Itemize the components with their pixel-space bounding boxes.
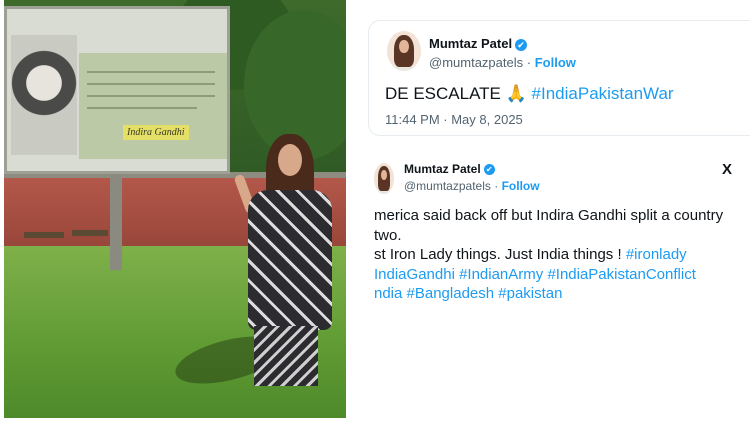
handle[interactable]: @mumtazpatels: [429, 55, 523, 70]
follow-button[interactable]: Follow: [535, 55, 576, 70]
display-name-text[interactable]: Mumtaz Patel: [429, 36, 512, 51]
hashtag-link[interactable]: #IndiaPakistanWar: [532, 84, 674, 103]
printed-kurta: [248, 190, 332, 330]
display-name-text[interactable]: Mumtaz Patel: [404, 162, 481, 176]
tweet-line: merica said back off but Indira Gandhi s…: [374, 207, 724, 224]
billboard-portrait: [11, 35, 77, 155]
handle-row: @mumtazpatels · Follow: [429, 55, 576, 70]
bench: [24, 232, 64, 238]
photo-indira-billboard: Indira Gandhi: [4, 0, 346, 418]
billboard-post: [110, 170, 122, 270]
avatar[interactable]: [387, 31, 421, 71]
handle-row: @mumtazpatels · Follow: [404, 179, 540, 193]
printed-pants: [254, 326, 318, 386]
billboard-name-tag: Indira Gandhi: [123, 125, 189, 140]
tweet-line: two.: [374, 226, 402, 244]
avatar-face: [381, 169, 387, 181]
quote-text-line: [87, 107, 197, 109]
tweet-text-plain: DE ESCALATE: [385, 84, 506, 103]
hashtag-line[interactable]: IndiaGandhi #IndianArmy #IndiaPakistanCo…: [374, 265, 750, 285]
separator-dot: ·: [526, 55, 532, 70]
timestamp[interactable]: 11:44 PM · May 8, 2025: [385, 112, 523, 127]
billboard: Indira Gandhi: [4, 6, 230, 174]
display-name[interactable]: Mumtaz Patel ✔: [404, 162, 495, 176]
x-logo-icon[interactable]: X: [722, 161, 732, 178]
hashtag-line[interactable]: ndia #Bangladesh #pakistan: [374, 284, 750, 304]
billboard-quote-panel: [79, 53, 227, 159]
display-name[interactable]: Mumtaz Patel ✔: [429, 36, 528, 51]
woman-figure: [233, 130, 340, 410]
tweet-card-top[interactable]: Mumtaz Patel ✔ @mumtazpatels · Follow DE …: [368, 20, 750, 136]
tweet-line-plain: st Iron Lady things. Just India things !: [374, 246, 626, 263]
hashtag-link[interactable]: #ironlady: [626, 246, 687, 263]
tweet-text: merica said back off but Indira Gandhi s…: [374, 206, 750, 304]
verified-badge-icon: ✔: [483, 164, 495, 176]
avatar-face: [399, 39, 409, 54]
quote-text-line: [87, 95, 215, 97]
tweet-line: st Iron Lady things. Just India things !…: [374, 245, 750, 265]
quote-text-line: [87, 83, 215, 85]
bench: [72, 230, 108, 236]
tweet-text: DE ESCALATE 🙏 #IndiaPakistanWar: [385, 84, 674, 104]
separator-dot: ·: [494, 179, 499, 193]
face: [278, 144, 302, 176]
follow-button[interactable]: Follow: [502, 179, 540, 193]
handle[interactable]: @mumtazpatels: [404, 179, 491, 193]
gap: [346, 0, 368, 422]
tweet-card-bottom[interactable]: Mumtaz Patel ✔ @mumtazpatels · Follow X m…: [370, 148, 750, 308]
verified-badge-icon: ✔: [515, 38, 528, 51]
avatar[interactable]: [374, 163, 394, 194]
folded-hands-emoji: 🙏: [505, 84, 527, 103]
quote-text-line: [87, 71, 215, 73]
